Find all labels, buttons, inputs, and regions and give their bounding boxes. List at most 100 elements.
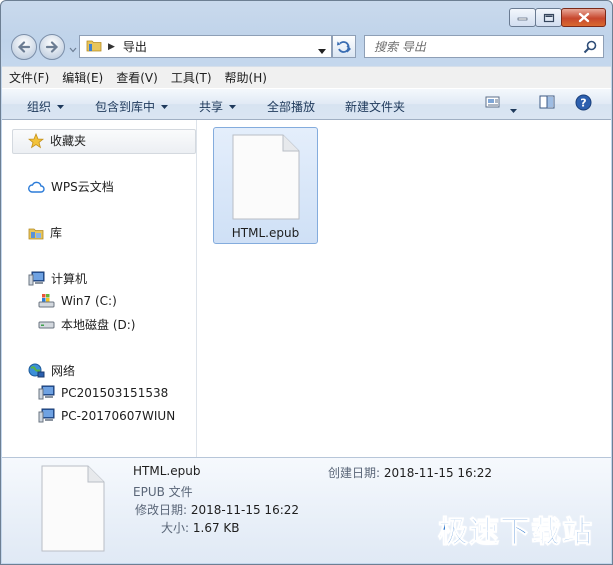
back-button[interactable] — [11, 34, 37, 60]
nav-network-pc2[interactable]: PC-20170607WIUN — [38, 408, 175, 423]
new-folder-label: 新建文件夹 — [345, 100, 406, 114]
nav-drive-d[interactable]: 本地磁盘 (D:) — [38, 316, 135, 333]
nav-libraries[interactable]: 库 — [28, 224, 62, 241]
computer-icon — [38, 408, 55, 423]
include-in-library-button[interactable]: 包含到库中 — [95, 98, 169, 115]
nav-pc2-label: PC-20170607WIUN — [61, 408, 176, 423]
details-created-label: 创建日期: — [328, 466, 381, 480]
folder-icon — [86, 38, 102, 55]
close-icon — [578, 12, 589, 23]
change-view-button[interactable] — [485, 95, 501, 112]
search-box[interactable]: 搜索 导出 — [364, 35, 604, 58]
nav-computer[interactable]: 计算机 — [28, 270, 87, 287]
nav-favorites[interactable]: 收藏夹 — [28, 132, 86, 149]
details-pane: HTML.epub EPUB 文件 修改日期: 2018-11-15 16:22… — [2, 457, 611, 563]
nav-drive-c[interactable]: Win7 (C:) — [38, 293, 117, 308]
chevron-down-icon — [229, 104, 237, 109]
main-area: 收藏夹 WPS云文档 库 计算机 Win7 (C:) 本地磁盘 (D:) 网络 … — [2, 120, 611, 457]
chevron-down-icon — [161, 104, 169, 109]
share-label: 共享 — [199, 100, 224, 114]
forward-button[interactable] — [39, 34, 65, 60]
close-button[interactable] — [561, 8, 606, 27]
details-created: 创建日期: 2018-11-15 16:22 — [328, 464, 492, 481]
preview-pane-icon — [539, 95, 555, 109]
navigation-row: ▶ 导出 搜索 导出 — [1, 32, 612, 62]
menu-bar: 文件(F) 编辑(E) 查看(V) 工具(T) 帮助(H) — [2, 66, 611, 88]
nav-favorites-label: 收藏夹 — [50, 134, 87, 148]
document-file-icon — [232, 134, 300, 220]
navigation-pane: 收藏夹 WPS云文档 库 计算机 Win7 (C:) 本地磁盘 (D:) 网络 … — [2, 120, 197, 457]
breadcrumb-current[interactable]: 导出 — [123, 38, 147, 55]
maximize-icon — [543, 13, 554, 22]
chevron-down-icon — [318, 49, 326, 54]
help-button[interactable]: ? — [575, 94, 592, 114]
forward-arrow-icon — [45, 41, 59, 53]
menu-help[interactable]: 帮助(H) — [225, 69, 267, 86]
system-drive-icon — [38, 294, 55, 308]
nav-network-label: 网络 — [51, 364, 76, 378]
help-icon: ? — [575, 94, 592, 111]
nav-wps-cloud[interactable]: WPS云文档 — [28, 178, 114, 195]
search-input[interactable]: 搜索 导出 — [374, 38, 426, 55]
minimize-button[interactable] — [509, 8, 536, 27]
cloud-icon — [28, 181, 45, 193]
details-modified: 修改日期: 2018-11-15 16:22 — [135, 501, 299, 518]
network-icon — [28, 363, 45, 377]
star-icon — [28, 132, 44, 148]
file-item[interactable]: HTML.epub — [213, 127, 318, 244]
chevron-down-icon — [510, 109, 517, 113]
maximize-button[interactable] — [535, 8, 562, 27]
command-bar: 组织 包含到库中 共享 全部播放 新建文件夹 ? — [2, 88, 611, 120]
menu-view[interactable]: 查看(V) — [116, 69, 158, 86]
refresh-icon — [337, 40, 351, 53]
recent-pages-dropdown[interactable] — [69, 42, 77, 56]
svg-text:?: ? — [580, 97, 586, 110]
nav-network-pc1[interactable]: PC201503151538 — [38, 385, 168, 400]
include-label: 包含到库中 — [95, 100, 156, 114]
file-name: HTML.epub — [231, 226, 300, 240]
organize-label: 组织 — [27, 100, 52, 114]
details-size: 大小: 1.67 KB — [161, 519, 240, 536]
details-file-name: HTML.epub — [133, 464, 201, 478]
nav-computer-label: 计算机 — [51, 272, 88, 286]
details-file-type: EPUB 文件 — [133, 485, 193, 499]
details-modified-value: 2018-11-15 16:22 — [190, 503, 300, 517]
chevron-down-icon — [57, 104, 65, 109]
explorer-window: ▶ 导出 搜索 导出 文件(F) 编辑(E) 查看(V) 工具(T) 帮助(H)… — [0, 0, 613, 565]
share-button[interactable]: 共享 — [199, 98, 237, 115]
play-all-label: 全部播放 — [267, 100, 316, 114]
computer-icon — [28, 271, 45, 286]
document-file-icon — [41, 465, 105, 552]
nav-drive-c-label: Win7 (C:) — [61, 293, 117, 308]
hard-drive-icon — [38, 321, 55, 329]
chevron-down-icon — [69, 47, 77, 53]
nav-libraries-label: 库 — [50, 226, 63, 240]
new-folder-button[interactable]: 新建文件夹 — [345, 98, 405, 115]
view-options-dropdown[interactable] — [510, 102, 517, 116]
details-size-label: 大小: — [161, 521, 190, 535]
details-modified-label: 修改日期: — [135, 503, 188, 517]
menu-file[interactable]: 文件(F) — [9, 69, 49, 86]
view-icon — [485, 96, 500, 108]
details-size-value: 1.67 KB — [192, 521, 240, 535]
file-list: HTML.epub — [198, 120, 611, 457]
address-history-dropdown[interactable] — [318, 43, 326, 57]
nav-drive-d-label: 本地磁盘 (D:) — [61, 318, 136, 332]
preview-pane-button[interactable] — [539, 95, 555, 113]
watermark-logo: 极速下载站 — [438, 515, 593, 551]
search-icon[interactable] — [583, 40, 597, 57]
address-bar[interactable]: ▶ 导出 — [79, 35, 332, 58]
play-all-button[interactable]: 全部播放 — [267, 98, 315, 115]
minimize-icon — [517, 17, 528, 20]
menu-tools[interactable]: 工具(T) — [171, 69, 212, 86]
window-controls — [509, 8, 606, 27]
organize-button[interactable]: 组织 — [27, 98, 65, 115]
breadcrumb-separator-icon[interactable]: ▶ — [108, 42, 115, 52]
details-created-value: 2018-11-15 16:22 — [383, 466, 493, 480]
nav-wps-label: WPS云文档 — [51, 180, 114, 194]
refresh-button[interactable] — [332, 35, 356, 58]
menu-edit[interactable]: 编辑(E) — [62, 69, 103, 86]
nav-network[interactable]: 网络 — [28, 362, 75, 379]
library-icon — [28, 228, 44, 239]
computer-icon — [38, 385, 55, 400]
